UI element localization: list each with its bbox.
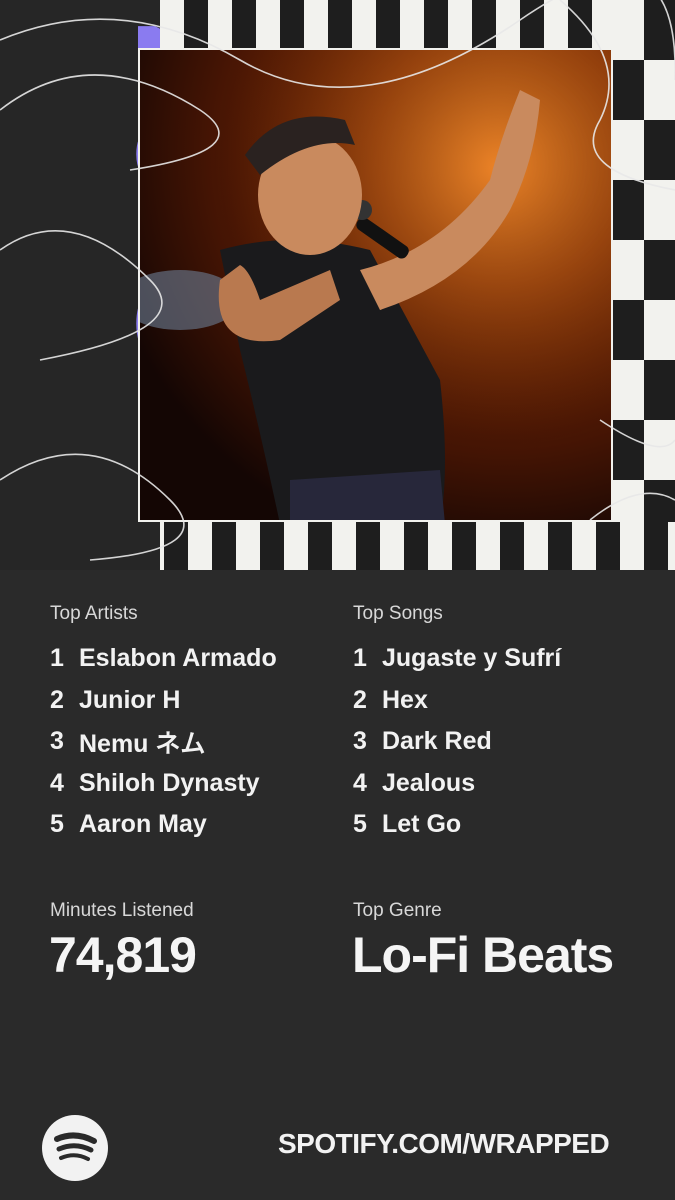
stripe-band-top xyxy=(160,0,675,48)
wrapped-card: 2025 Top Artists 1 Eslabon Armado 2 Juni… xyxy=(0,0,675,1200)
list-item: 3 Nemu ネム xyxy=(50,721,340,763)
performer-illustration xyxy=(140,50,611,520)
list-item: 1 Jugaste y Sufrí xyxy=(353,638,643,680)
artist-name: Nemu ネム xyxy=(79,729,206,758)
top-genre-value: Lo-Fi Beats xyxy=(352,927,614,983)
year-2025-graphic: 2025 xyxy=(0,0,160,570)
list-item: 2 Junior H xyxy=(50,680,340,722)
wrapped-url-link[interactable]: SPOTIFY.COM/WRAPPED xyxy=(278,1128,610,1160)
list-item: 1 Eslabon Armado xyxy=(50,638,340,680)
song-name: Let Go xyxy=(382,810,462,839)
song-name: Dark Red xyxy=(382,727,492,756)
top-artists-list: 1 Eslabon Armado 2 Junior H 3 Nemu ネム 4 Shil… xyxy=(50,638,340,846)
stripe-band-bottom xyxy=(140,522,675,570)
artist-name: Aaron May xyxy=(79,810,207,839)
minutes-listened-label: Minutes Listened xyxy=(50,900,194,921)
top-artists-label: Top Artists xyxy=(50,603,138,624)
rank-number: 2 xyxy=(353,685,367,714)
rank-number: 4 xyxy=(50,768,64,797)
list-item: 4 Shiloh Dynasty xyxy=(50,763,340,805)
artist-name: Shiloh Dynasty xyxy=(79,768,260,797)
list-item: 5 Let Go xyxy=(353,804,643,846)
artist-name: Eslabon Armado xyxy=(79,644,277,673)
stripe-band-right-offset xyxy=(644,0,675,570)
rank-number: 1 xyxy=(50,644,64,673)
spotify-logo-waves xyxy=(54,1132,97,1161)
rank-number: 2 xyxy=(50,685,64,714)
rank-number: 5 xyxy=(50,810,64,839)
rank-number: 4 xyxy=(353,768,367,797)
list-item: 4 Jealous xyxy=(353,763,643,805)
top-genre-label: Top Genre xyxy=(353,900,442,921)
rank-number: 3 xyxy=(50,727,64,756)
list-item: 3 Dark Red xyxy=(353,721,643,763)
song-name: Jealous xyxy=(382,768,476,797)
hero-artwork: 2025 xyxy=(0,0,675,570)
rank-number: 1 xyxy=(353,644,367,673)
artist-photo xyxy=(138,48,613,522)
song-name: Jugaste y Sufrí xyxy=(382,644,562,673)
list-item: 5 Aaron May xyxy=(50,804,340,846)
top-songs-label: Top Songs xyxy=(353,603,443,624)
rank-number: 3 xyxy=(353,727,367,756)
minutes-listened-value: 74,819 xyxy=(49,927,197,983)
rank-number: 5 xyxy=(353,810,367,839)
list-item: 2 Hex xyxy=(353,680,643,722)
spotify-logo-icon[interactable] xyxy=(42,1115,108,1181)
song-name: Hex xyxy=(382,685,428,714)
top-songs-list: 1 Jugaste y Sufrí 2 Hex 3 Dark Red 4 Jealous… xyxy=(353,638,643,846)
artist-name: Junior H xyxy=(79,685,181,714)
